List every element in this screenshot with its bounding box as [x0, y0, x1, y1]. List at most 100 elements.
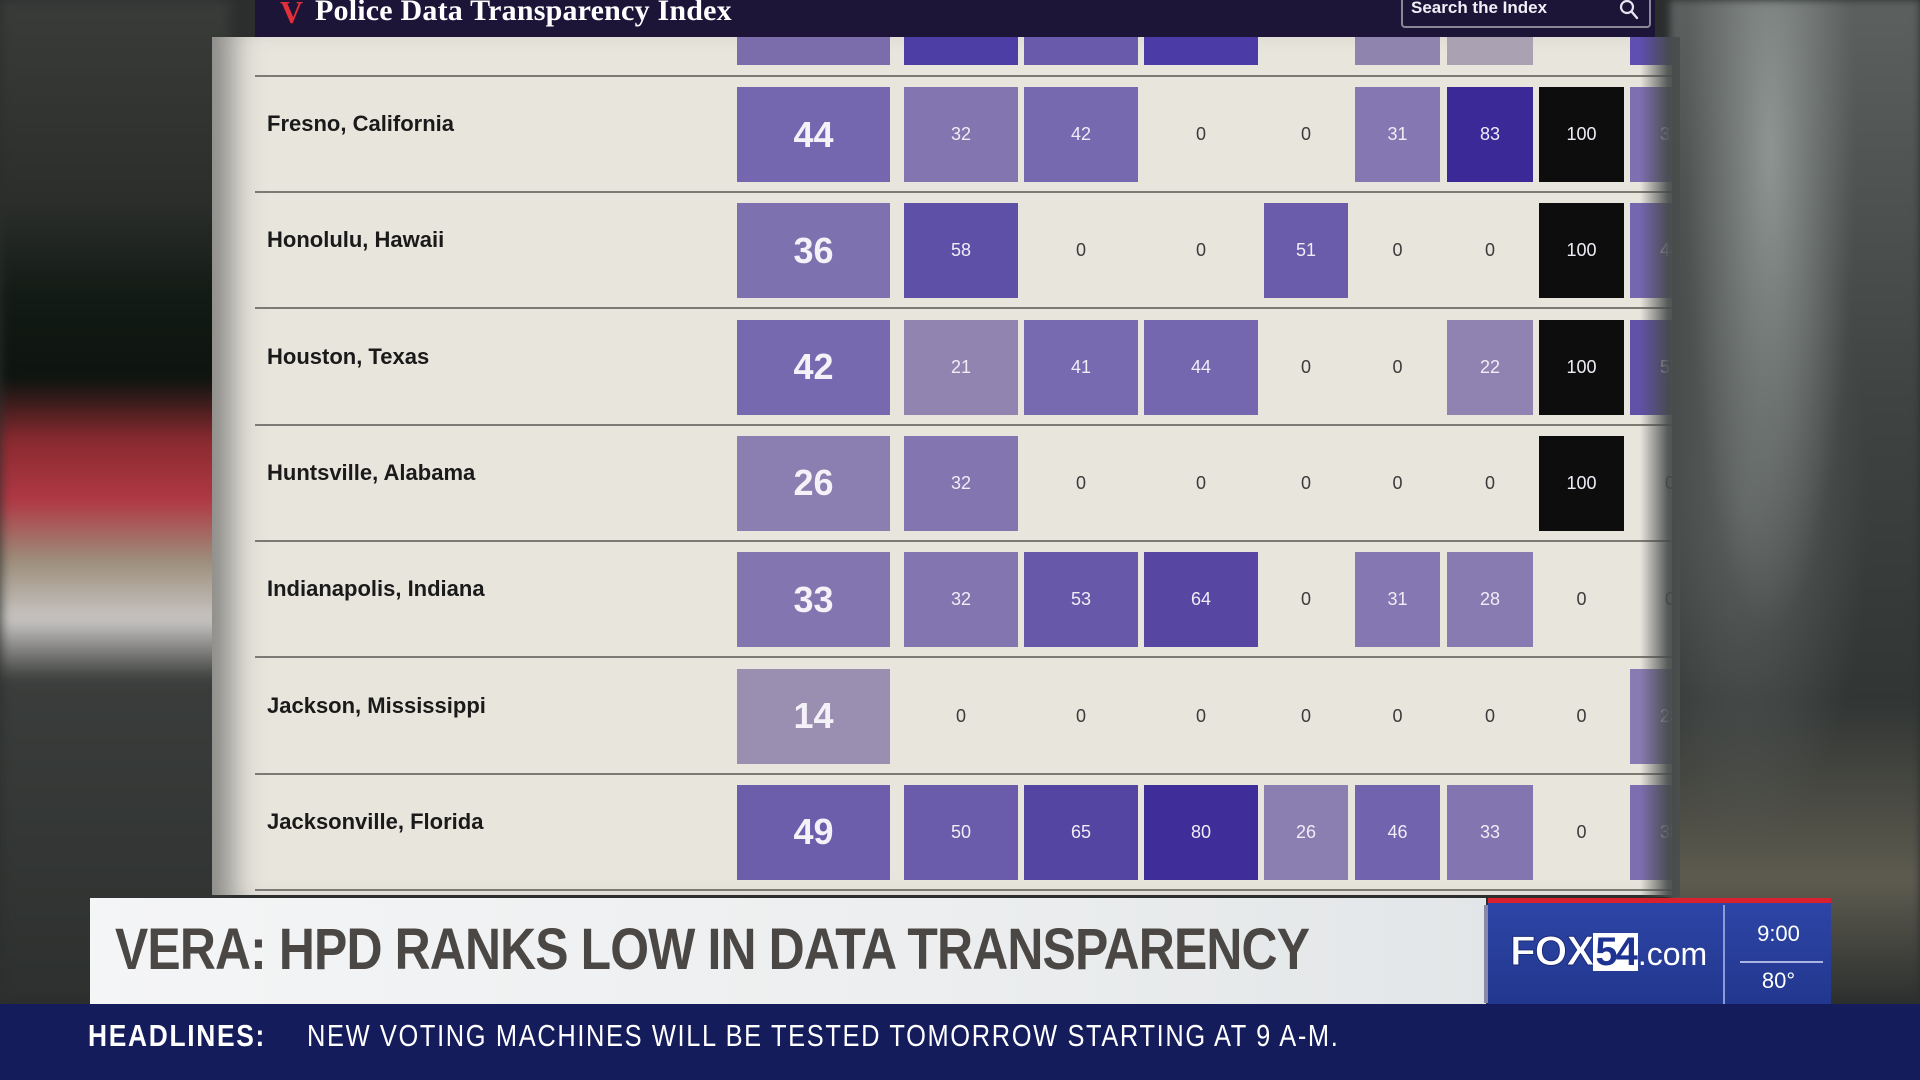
- metric-cell: 0: [1392, 356, 1403, 377]
- metric-cell: 58: [904, 203, 1018, 299]
- metric-cell: 41: [1024, 319, 1138, 415]
- overall-score: 49: [737, 784, 890, 880]
- partial-cell: [1144, 37, 1258, 65]
- metric-cell: 0: [1195, 472, 1206, 493]
- metric-cell: 0: [955, 705, 966, 726]
- site-title[interactable]: Police Data Transparency Index: [315, 0, 732, 28]
- overall-score: 42: [737, 319, 890, 415]
- metric-cell: 44: [1144, 319, 1258, 415]
- city-name[interactable]: Fresno, California: [267, 111, 454, 137]
- search-placeholder: Search the Index: [1411, 0, 1548, 17]
- metric-cell: 0: [1195, 705, 1206, 726]
- city-name[interactable]: Jackson, Mississippi: [267, 693, 486, 719]
- metric-cell: 0: [1484, 705, 1495, 726]
- city-name[interactable]: Indianapolis, Indiana: [267, 576, 485, 602]
- table-row[interactable]: Honolulu, Hawaii365800510010044: [212, 193, 1672, 310]
- metric-cell: 50: [904, 784, 1018, 880]
- metric-cell: 100: [1539, 203, 1624, 299]
- table-row-partial: [212, 37, 1672, 77]
- metric-cell: 0: [1300, 589, 1311, 610]
- metric-cell: 22: [1447, 319, 1533, 415]
- metric-cell: 31: [1355, 552, 1440, 648]
- partial-cell: [1355, 37, 1440, 65]
- news-ticker: HEADLINES: NEW VOTING MACHINES WILL BE T…: [0, 1004, 1920, 1080]
- metric-cell: 31: [1355, 87, 1440, 182]
- city-name[interactable]: Honolulu, Hawaii: [267, 227, 444, 253]
- metric-cell: 0: [1392, 705, 1403, 726]
- metric-cell: 0: [1576, 705, 1587, 726]
- metric-cell: 100: [1539, 319, 1624, 415]
- metric-cell: 0: [1195, 240, 1206, 261]
- metric-cell: 33: [1447, 784, 1533, 880]
- overall-score: 44: [737, 87, 890, 182]
- blurred-studio-background-left: [0, 0, 230, 1000]
- ticker-text: NEW VOTING MACHINES WILL BE TESTED TOMOR…: [307, 1018, 1340, 1053]
- transparency-table: Fresno, California44324200318310037Honol…: [212, 37, 1672, 895]
- table-row[interactable]: Indianapolis, Indiana333253640312800: [212, 542, 1672, 659]
- fox-logo-number: 54: [1593, 930, 1638, 974]
- vera-logo[interactable]: V: [280, 0, 303, 31]
- metric-cell: 0: [1484, 472, 1495, 493]
- search-icon[interactable]: [1619, 0, 1639, 21]
- metric-cell: 0: [1576, 821, 1587, 842]
- metric-cell: 80: [1144, 784, 1258, 880]
- metric-cell: 0: [1075, 705, 1086, 726]
- lower-third-bar: VERA: HPD RANKS LOW IN DATA TRANSPARENCY: [90, 898, 1486, 1004]
- overall-score: 33: [737, 552, 890, 648]
- metric-cell: 28: [1447, 552, 1533, 648]
- metric-cell: 53: [1024, 552, 1138, 648]
- overall-score: 26: [737, 435, 890, 531]
- city-name[interactable]: Jacksonville, Florida: [267, 809, 483, 835]
- lower-third-headline: VERA: HPD RANKS LOW IN DATA TRANSPARENCY: [115, 917, 1310, 982]
- blur-edge: [1640, 37, 1680, 897]
- metric-cell: 0: [1075, 240, 1086, 261]
- metric-cell: 0: [1300, 356, 1311, 377]
- metric-cell: 0: [1392, 240, 1403, 261]
- metric-cell: 51: [1264, 203, 1348, 299]
- metric-cell: 0: [1195, 124, 1206, 144]
- table-row[interactable]: Fresno, California44324200318310037: [212, 77, 1672, 193]
- metric-cell: 0: [1075, 472, 1086, 493]
- row-divider: [255, 888, 1672, 891]
- table-row[interactable]: Huntsville, Alabama2632000001000: [212, 426, 1672, 542]
- city-name[interactable]: Huntsville, Alabama: [267, 460, 475, 486]
- overall-score: 14: [737, 668, 890, 764]
- partial-cell: [1024, 37, 1138, 65]
- metric-cell: 83: [1447, 87, 1533, 182]
- station-bug: FOX54.com 9:00 80°: [1488, 898, 1831, 1004]
- fox-logo-word: FOX: [1509, 927, 1594, 975]
- metric-cell: 100: [1539, 435, 1624, 531]
- metric-cell: 64: [1144, 552, 1258, 648]
- metric-cell: 0: [1300, 124, 1311, 144]
- metric-cell: 42: [1024, 87, 1138, 182]
- metric-cell: 0: [1300, 472, 1311, 493]
- search-input[interactable]: Search the Index: [1401, 0, 1651, 28]
- site-header: V Police Data Transparency Index Search …: [255, 0, 1655, 37]
- temperature: 80°: [1761, 968, 1796, 993]
- clock-time: 9:00: [1757, 921, 1800, 946]
- metric-cell: 100: [1539, 87, 1624, 182]
- table-row[interactable]: Houston, Texas42214144002210057: [212, 310, 1672, 426]
- city-name[interactable]: Houston, Texas: [267, 344, 429, 370]
- metric-cell: 32: [904, 87, 1018, 182]
- metric-cell: 32: [904, 435, 1018, 531]
- fox-logo-suffix: .com: [1637, 936, 1708, 972]
- time-temp-divider: [1740, 961, 1823, 963]
- table-row[interactable]: Jacksonville, Florida49506580264633038: [212, 775, 1672, 891]
- partial-cell: [737, 37, 890, 65]
- metric-cell: 0: [1576, 589, 1587, 610]
- metric-cell: 21: [904, 319, 1018, 415]
- blurred-studio-background-right: [1670, 0, 1920, 1000]
- metric-cell: 0: [1300, 705, 1311, 726]
- station-bug-divider: [1723, 905, 1725, 1004]
- metric-cell: 0: [1484, 240, 1495, 261]
- metric-cell: 65: [1024, 784, 1138, 880]
- metric-cell: 46: [1355, 784, 1440, 880]
- metric-cell: 26: [1264, 784, 1348, 880]
- metric-cell: 32: [904, 552, 1018, 648]
- partial-cell: [1447, 37, 1533, 65]
- fox54-logo: FOX54.com: [1509, 927, 1708, 975]
- ticker-label: HEADLINES:: [88, 1018, 267, 1053]
- overall-score: 36: [737, 203, 890, 299]
- table-row[interactable]: Jackson, Mississippi14000000028: [212, 659, 1672, 775]
